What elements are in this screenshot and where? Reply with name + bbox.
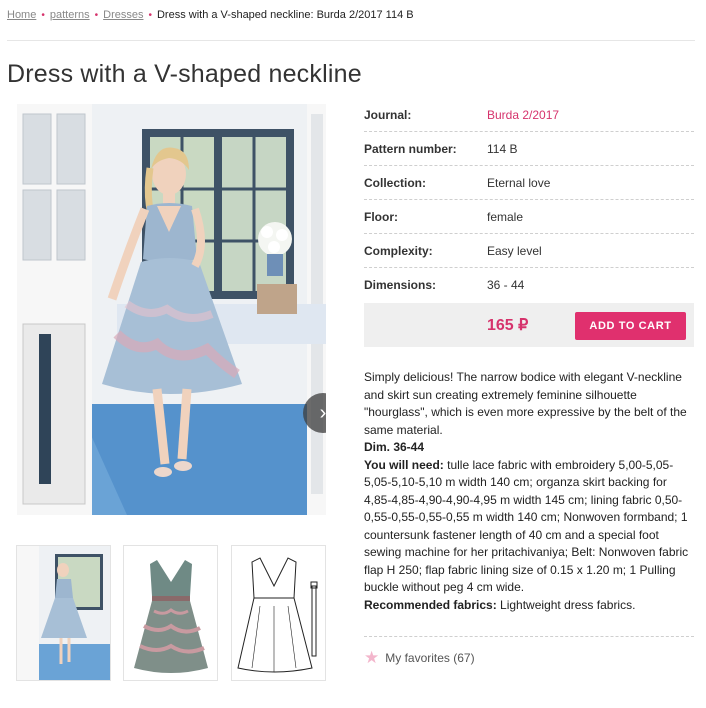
spec-row-pattern-number: Pattern number: 114 B [364,132,694,166]
description-dimensions: Dim. 36-44 [364,439,694,457]
spec-label: Complexity: [364,243,433,258]
main-product-photo[interactable]: › [17,104,326,515]
breadcrumb-home-link[interactable]: Home [7,9,36,21]
thumbnail-dress-illustration[interactable] [123,545,218,681]
spec-row-complexity: Complexity: Easy level [364,234,694,268]
favorites-count: My favorites (67) [385,651,475,665]
breadcrumb-separator: • [94,10,99,21]
spec-label: Dimensions: [364,278,437,292]
spec-row-dimensions: Dimensions: 36 - 44 [364,268,694,302]
pattern-specs-table: Journal: Burda 2/2017 Pattern number: 11… [364,98,694,302]
add-to-cart-button[interactable]: ADD TO CART [575,312,686,340]
materials-label: You will need: [364,457,444,472]
page-title: Dress with a V-shaped neckline [7,60,362,88]
spec-row-collection: Collection: Eternal love [364,166,694,200]
dress-photo-illustration [17,104,326,515]
spec-row-journal: Journal: Burda 2/2017 [364,98,694,132]
thumbnail-sketch-image [232,546,325,680]
price: 165 ₽ [487,317,529,334]
breadcrumb-dresses-link[interactable]: Dresses [103,9,143,21]
breadcrumb-patterns-link[interactable]: patterns [50,9,90,21]
spec-value: female [487,209,524,224]
breadcrumb-current: Dress with a V-shaped neckline: Burda 2/… [156,9,414,21]
recommended-label: Recommended fabrics: [364,597,497,612]
breadcrumb-separator: • [148,10,152,21]
dimensions-heading: Dim. 36-44 [364,440,425,454]
spec-value: Eternal love [487,175,551,190]
breadcrumb-separator: • [41,10,45,21]
thumbnail-photo-image [17,546,110,680]
breadcrumb: Home • patterns • Dresses • Dress with a V-sha… [7,9,414,21]
spec-row-floor: Floor: female [364,200,694,234]
thumbnail-technical-drawing[interactable] [231,545,326,681]
spec-label: Pattern number: [364,141,457,156]
price-bar: 165 ₽ ADD TO CART [364,303,694,347]
spec-label: Collection: [364,175,426,190]
description-materials: You will need: tulle lace fabric with em… [364,457,694,597]
add-to-favorites[interactable]: ★ My favorites (67) [364,648,475,668]
description-recommended: Recommended fabrics: Lightweight dress f… [364,597,694,615]
chevron-right-icon: › [319,401,326,424]
description-intro: Simply delicious! The narrow bodice with… [364,370,687,437]
spec-value: 36 - 44 [487,278,525,292]
thumbnail-dress-image [124,546,217,680]
product-description: Simply delicious! The narrow bodice with… [364,369,694,614]
spec-label: Journal: [364,107,412,122]
materials-text: tulle lace fabric with embroidery 5,00-5… [364,457,689,595]
divider [7,40,695,41]
recommended-text: Lightweight dress fabrics. [496,597,636,612]
thumbnail-photo[interactable] [16,545,111,681]
spec-value: Easy level [487,243,542,258]
divider [364,636,694,637]
star-icon: ★ [364,648,380,667]
journal-link[interactable]: Burda 2/2017 [487,108,559,122]
spec-label: Floor: [364,209,398,224]
spec-value: 114 B [487,141,518,156]
